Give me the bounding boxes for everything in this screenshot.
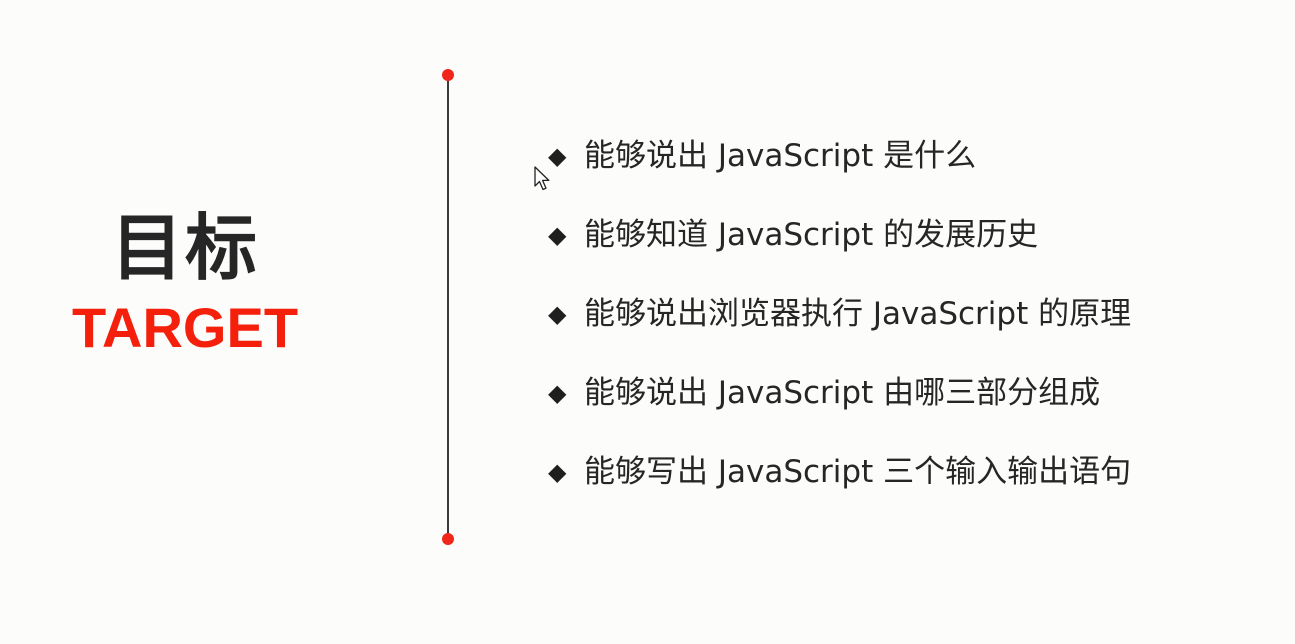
goal-text: 能够说出浏览器执行 JavaScript 的原理	[584, 296, 1132, 332]
goals-list: ◆ 能够说出 JavaScript 是什么 ◆ 能够知道 JavaScript …	[548, 134, 1131, 529]
diamond-bullet-icon: ◆	[548, 458, 567, 486]
goal-item: ◆ 能够说出 JavaScript 由哪三部分组成	[548, 371, 1131, 450]
goal-item: ◆ 能够说出浏览器执行 JavaScript 的原理	[548, 292, 1131, 371]
slide-subtitle: TARGET	[71, 296, 299, 359]
arrow-cursor-icon	[534, 166, 550, 191]
goal-item: ◆ 能够写出 JavaScript 三个输入输出语句	[548, 450, 1131, 529]
goal-text: 能够说出 JavaScript 由哪三部分组成	[584, 375, 1101, 411]
diamond-bullet-icon: ◆	[548, 379, 567, 407]
slide-title: 目标	[110, 206, 259, 290]
goal-text: 能够写出 JavaScript 三个输入输出语句	[584, 454, 1132, 490]
goal-text: 能够说出 JavaScript 是什么	[584, 138, 977, 174]
diamond-bullet-icon: ◆	[548, 142, 567, 170]
timeline-divider	[447, 75, 449, 539]
diamond-bullet-icon: ◆	[548, 221, 567, 249]
title-block: 目标 TARGET	[60, 205, 310, 359]
diamond-bullet-icon: ◆	[548, 300, 567, 328]
goal-item: ◆ 能够说出 JavaScript 是什么	[548, 134, 1131, 213]
goal-text: 能够知道 JavaScript 的发展历史	[584, 217, 1039, 253]
timeline-bottom-dot	[442, 533, 454, 545]
goal-item: ◆ 能够知道 JavaScript 的发展历史	[548, 213, 1131, 292]
timeline-top-dot	[442, 69, 454, 81]
